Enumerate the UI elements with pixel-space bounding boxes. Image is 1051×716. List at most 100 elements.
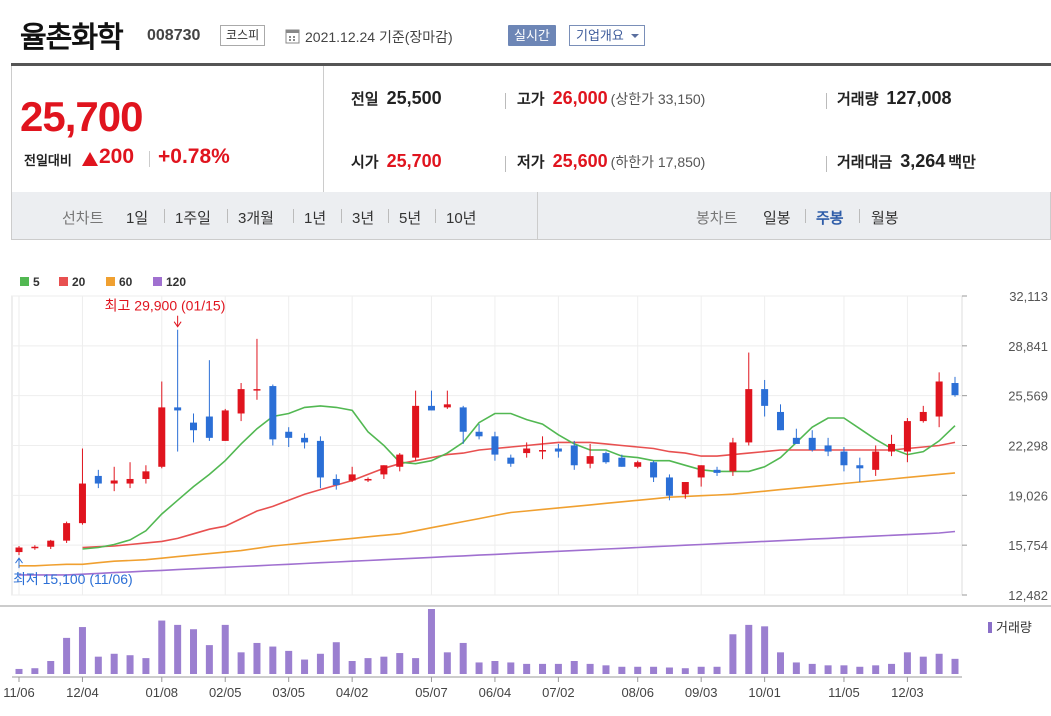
candle-body — [253, 389, 261, 391]
candle-body — [491, 436, 499, 455]
candle-body — [174, 407, 182, 411]
y-tick-label: 25,569 — [1008, 389, 1048, 404]
volume-bar — [47, 661, 55, 674]
volume-bar — [253, 642, 261, 674]
candle-body — [824, 445, 832, 452]
volume-bar — [761, 626, 769, 674]
volume-bar — [110, 653, 118, 674]
candle-body — [301, 437, 309, 443]
prev-close: 전일 25,500 — [351, 88, 442, 109]
volume-bar — [491, 661, 499, 674]
x-tick-label: 06/04 — [479, 685, 512, 700]
volume-bar — [586, 663, 594, 674]
volume-bar — [872, 665, 880, 674]
up-arrow-icon — [82, 152, 98, 166]
volume-bar — [618, 666, 626, 674]
candle-daily[interactable]: 일봉 — [763, 207, 791, 228]
high-price: 고가 26,000 (상한가 33,150) — [517, 88, 705, 109]
period-1y[interactable]: 1년 — [304, 207, 326, 228]
volume-bar — [634, 666, 642, 674]
candle-body — [713, 469, 721, 473]
candles — [15, 329, 959, 556]
volume-bar — [332, 642, 340, 674]
candle-body — [729, 442, 737, 472]
legend-label-120: 120 — [166, 275, 186, 289]
company-overview-button[interactable]: 기업개요 — [569, 25, 645, 46]
volume-bar — [697, 666, 705, 674]
candle-body — [888, 443, 896, 452]
candle-body — [126, 478, 134, 484]
period-3m[interactable]: 3개월 — [238, 207, 274, 228]
volume-bar — [650, 666, 658, 674]
base-date: 2021.12.24 기준(장마감) — [305, 29, 453, 45]
candle-body — [634, 462, 642, 467]
candle-body — [348, 474, 356, 481]
stock-header: 율촌화학 008730 코스피 2021.12.24 기준(장마감) 실시간 기… — [0, 0, 1051, 64]
volume-bar — [174, 624, 182, 674]
y-tick-label: 32,113 — [1009, 289, 1048, 304]
divider — [505, 93, 506, 109]
candle-body — [475, 431, 483, 437]
x-tick-label: 02/05 — [209, 685, 242, 700]
volume-label: 거래량 — [837, 91, 879, 108]
candle-body — [554, 448, 562, 452]
x-tick-label: 10/01 — [748, 685, 781, 700]
divider — [505, 156, 506, 172]
volume-bar — [427, 609, 435, 674]
volume-bar — [269, 646, 277, 674]
stock-name: 율촌화학 — [20, 22, 124, 54]
candle-body — [269, 386, 277, 440]
volume-bar — [126, 655, 134, 674]
y-axis: 32,113 28,841 25,569 22,298 19,026 15,754 12,4… — [962, 289, 1048, 603]
open-price: 시가 25,700 — [351, 151, 442, 172]
price-cell: 25,700 전일대비 200 +0.78% — [11, 66, 324, 193]
period-1d[interactable]: 1일 — [126, 207, 148, 228]
volume-bar — [856, 666, 864, 674]
period-10y[interactable]: 10년 — [446, 207, 477, 228]
candle-body — [618, 457, 626, 467]
current-price: 25,700 — [20, 93, 143, 140]
candle-body — [761, 389, 769, 406]
change-label: 전일대비 — [24, 153, 72, 168]
candle-body — [78, 483, 86, 524]
volume-bar — [190, 629, 198, 674]
volume-bar — [78, 627, 86, 674]
period-3y[interactable]: 3년 — [352, 207, 374, 228]
volume-bar — [539, 663, 547, 674]
y-tick-label: 15,754 — [1008, 538, 1048, 553]
amount-label: 거래대금 — [837, 154, 893, 171]
candle-monthly[interactable]: 월봉 — [871, 207, 899, 228]
volume-bars: 거래량 — [15, 609, 1032, 674]
candle-body — [776, 411, 784, 431]
candle-body — [94, 475, 102, 484]
divider — [859, 209, 860, 223]
volume-bar — [348, 661, 356, 674]
lower-limit: (하한가 17,850) — [610, 154, 706, 170]
candle-body — [856, 465, 864, 469]
volume-bar — [713, 666, 721, 674]
volume-bar — [745, 624, 753, 674]
x-tick-label: 04/02 — [336, 685, 369, 700]
volume-bar — [94, 656, 102, 674]
realtime-button[interactable]: 실시간 — [508, 25, 556, 46]
y-tick-label: 19,026 — [1008, 488, 1048, 503]
candle-body — [63, 523, 71, 541]
volume: 거래량 127,008 — [837, 88, 951, 109]
candle-body — [221, 410, 229, 441]
period-5y[interactable]: 5년 — [399, 207, 421, 228]
candle-body — [586, 456, 594, 464]
divider — [826, 93, 827, 109]
candle-body — [396, 454, 404, 467]
period-1w[interactable]: 1주일 — [175, 207, 211, 228]
volume-bar — [824, 665, 832, 674]
volume-bar — [31, 668, 39, 674]
candle-weekly[interactable]: 주봉 — [816, 207, 844, 228]
candle-body — [142, 471, 150, 479]
x-axis: 11/06 12/04 01/08 02/05 03/05 04/02 05/07 06/04… — [3, 677, 924, 700]
ma60-line — [19, 472, 956, 567]
divider — [435, 209, 436, 223]
open-value: 25,700 — [386, 151, 442, 171]
candle-body — [523, 448, 531, 454]
volume-bar — [570, 661, 578, 674]
candle-body — [919, 411, 927, 422]
